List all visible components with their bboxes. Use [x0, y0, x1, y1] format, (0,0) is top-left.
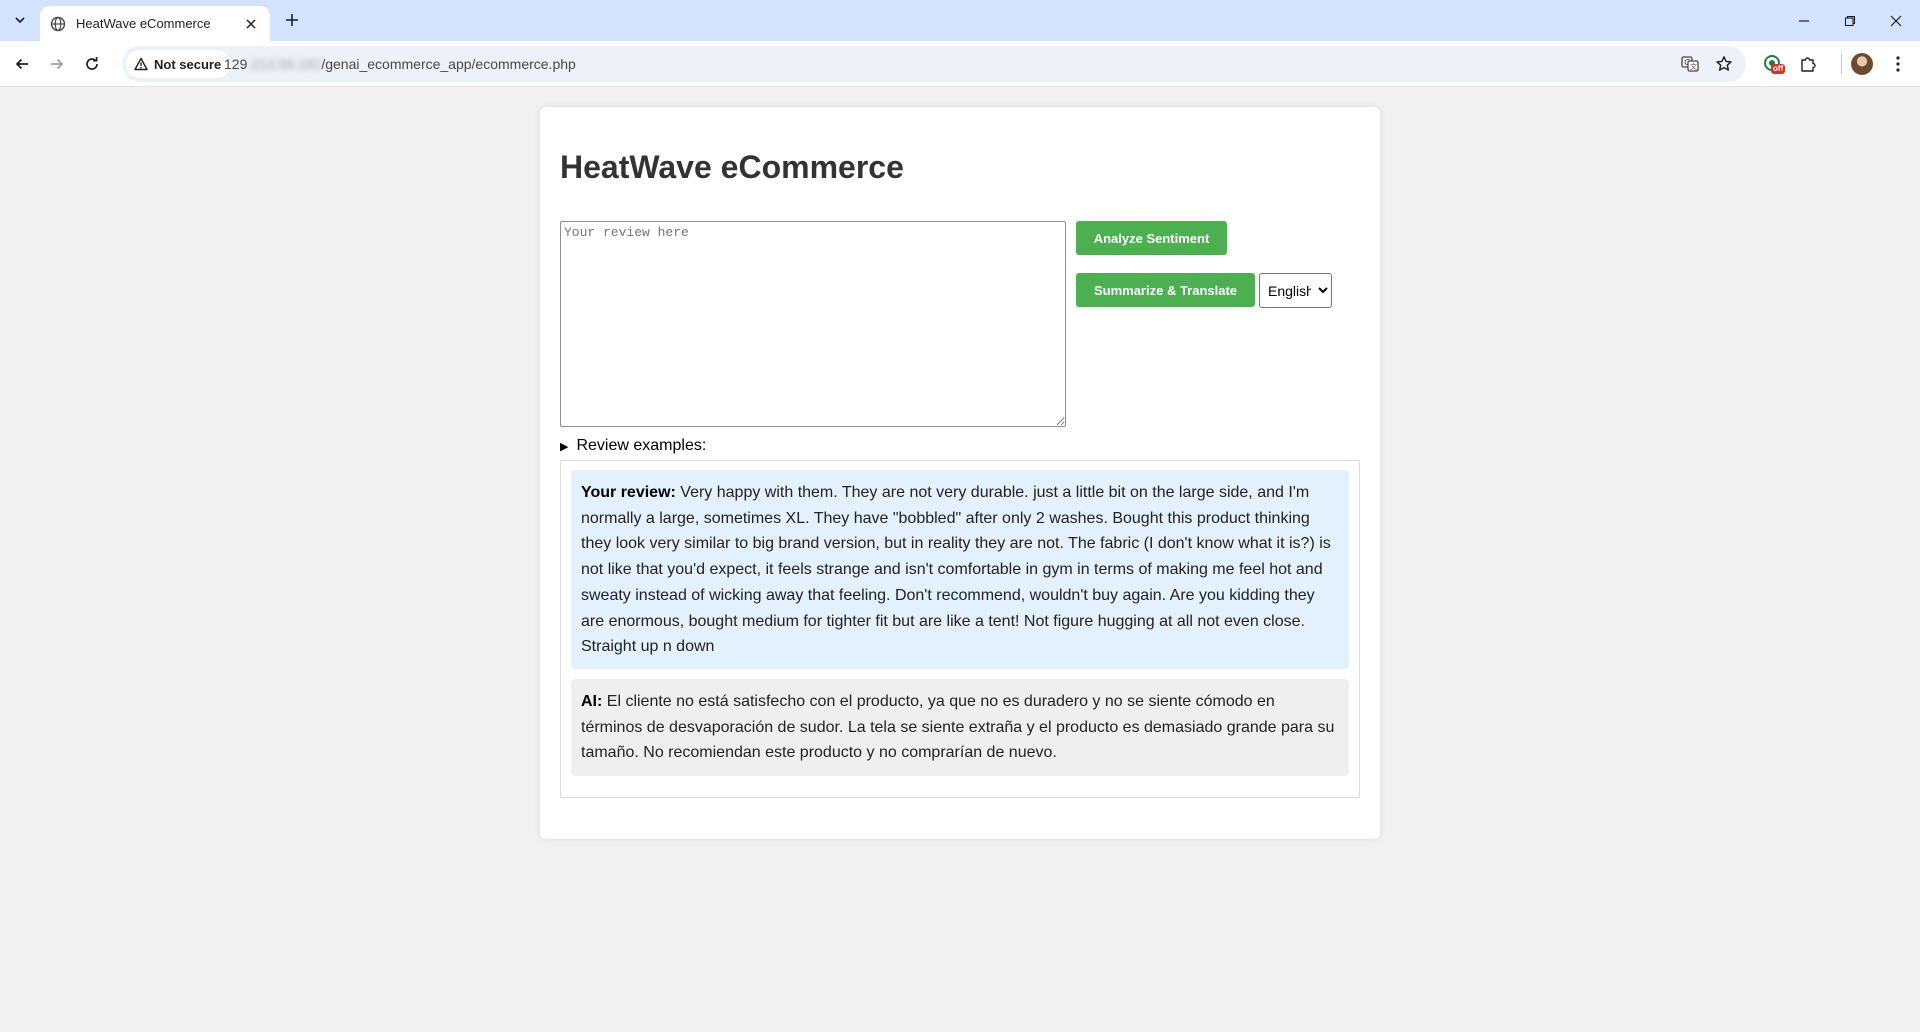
review-examples-label: Review examples: — [576, 437, 707, 454]
translate-icon[interactable]: G文 — [1678, 52, 1702, 76]
bookmark-star-icon[interactable] — [1712, 52, 1736, 76]
more-menu-icon[interactable] — [1884, 50, 1912, 78]
close-window-icon[interactable] — [1873, 0, 1919, 41]
extensions-puzzle-icon[interactable] — [1794, 50, 1822, 78]
minimize-icon[interactable] — [1781, 0, 1827, 41]
browser-tab[interactable]: HeatWave eCommerce — [40, 6, 270, 41]
close-tab-icon[interactable] — [242, 15, 260, 33]
browser-toolbar: Not secure 129.213.56.182/genai_ecommerc… — [0, 41, 1920, 87]
url-prefix: 129 — [224, 56, 248, 72]
url-masked: .213.56.182 — [247, 56, 322, 72]
analyze-sentiment-button[interactable]: Analyze Sentiment — [1076, 221, 1227, 255]
conversation-panel: Your review: Very happy with them. They … — [560, 460, 1360, 798]
security-chip[interactable]: Not secure — [126, 50, 232, 78]
profile-avatar[interactable] — [1848, 50, 1876, 78]
restore-icon[interactable] — [1827, 0, 1873, 41]
tab-search-chevron-icon[interactable] — [8, 8, 32, 32]
back-icon[interactable] — [8, 50, 36, 78]
warning-icon — [134, 57, 148, 71]
review-textarea[interactable] — [560, 221, 1066, 427]
disclosure-triangle-icon: ▶ — [560, 440, 569, 453]
page-viewport: HeatWave eCommerce Analyze Sentiment Sum… — [0, 87, 1920, 1032]
tab-title: HeatWave eCommerce — [76, 16, 211, 31]
app-card: HeatWave eCommerce Analyze Sentiment Sum… — [540, 107, 1380, 839]
url-text[interactable]: 129.213.56.182/genai_ecommerce_app/ecomm… — [224, 46, 576, 82]
toolbar-divider — [1841, 54, 1842, 74]
language-select[interactable]: English — [1259, 273, 1332, 308]
address-bar[interactable]: Not secure 129.213.56.182/genai_ecommerc… — [122, 46, 1746, 82]
page-title: HeatWave eCommerce — [560, 149, 904, 185]
extension-status-icon[interactable]: off — [1759, 50, 1787, 78]
user-review-label: Your review: — [581, 484, 676, 501]
extension-badge: off — [1771, 64, 1786, 74]
summarize-translate-button[interactable]: Summarize & Translate — [1076, 273, 1255, 307]
ai-label: AI: — [581, 693, 603, 710]
ai-response-text: El cliente no está satisfecho con el pro… — [581, 693, 1335, 762]
user-review-message: Your review: Very happy with them. They … — [571, 470, 1349, 669]
ai-response-message: AI: El cliente no está satisfecho con el… — [571, 679, 1349, 776]
new-tab-icon[interactable] — [280, 8, 304, 32]
svg-text:文: 文 — [1690, 62, 1697, 71]
reload-icon[interactable] — [78, 50, 106, 78]
forward-icon[interactable] — [43, 50, 71, 78]
user-review-text: Very happy with them. They are not very … — [581, 484, 1331, 656]
tab-strip: HeatWave eCommerce — [0, 0, 1920, 41]
url-path: /genai_ecommerce_app/ecommerce.php — [321, 56, 576, 72]
globe-icon — [50, 16, 66, 32]
security-label: Not secure — [154, 56, 222, 72]
review-examples-toggle[interactable]: ▶ Review examples: — [560, 437, 706, 455]
